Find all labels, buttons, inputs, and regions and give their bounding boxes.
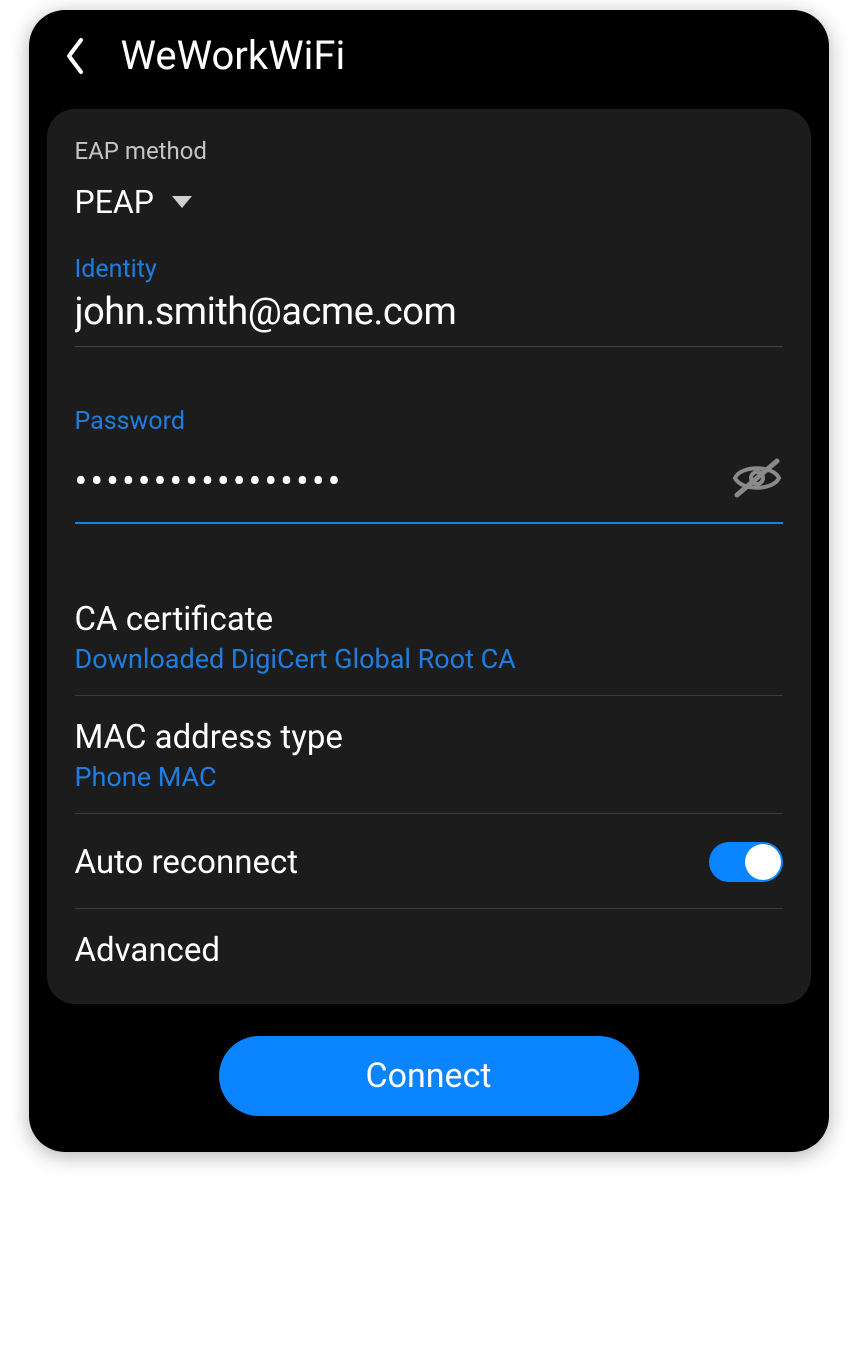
advanced-row[interactable]: Advanced [47,909,811,994]
field-underline-focused [75,522,783,524]
auto-reconnect-toggle[interactable] [709,842,783,882]
auto-reconnect-row: Auto reconnect [47,814,811,908]
advanced-title: Advanced [75,931,783,970]
connect-button[interactable]: Connect [219,1036,639,1116]
password-input[interactable]: ••••••••••••••••• [75,442,711,514]
settings-panel: EAP method PEAP Identity Password ••••••… [47,109,811,1004]
eap-method-label: EAP method [75,137,783,165]
password-label: Password [75,407,783,436]
mac-address-type-title: MAC address type [75,718,783,757]
identity-label: Identity [75,255,783,284]
eap-method-dropdown[interactable]: PEAP [75,183,783,221]
password-field-group: Password ••••••••••••••••• [47,407,811,524]
back-button[interactable] [53,34,97,78]
chevron-left-icon [63,36,87,76]
identity-field-group: Identity [47,255,811,347]
chevron-down-icon [172,196,192,208]
auto-reconnect-label: Auto reconnect [75,843,299,882]
ca-certificate-title: CA certificate [75,600,783,639]
page-title: WeWorkWiFi [121,32,346,79]
eye-off-icon [731,455,783,501]
header-bar: WeWorkWiFi [29,10,829,109]
wifi-config-screen: WeWorkWiFi EAP method PEAP Identity Pass… [29,10,829,1152]
eap-method-value: PEAP [75,183,154,221]
mac-address-type-row[interactable]: MAC address type Phone MAC [47,696,811,813]
ca-certificate-row[interactable]: CA certificate Downloaded DigiCert Globa… [47,578,811,695]
field-underline [75,346,783,347]
mac-address-type-value: Phone MAC [75,761,783,793]
action-bar: Connect [29,1004,829,1122]
identity-input[interactable] [75,290,783,342]
toggle-knob [745,844,781,880]
toggle-password-visibility-button[interactable] [731,455,783,501]
ca-certificate-value: Downloaded DigiCert Global Root CA [75,643,783,675]
